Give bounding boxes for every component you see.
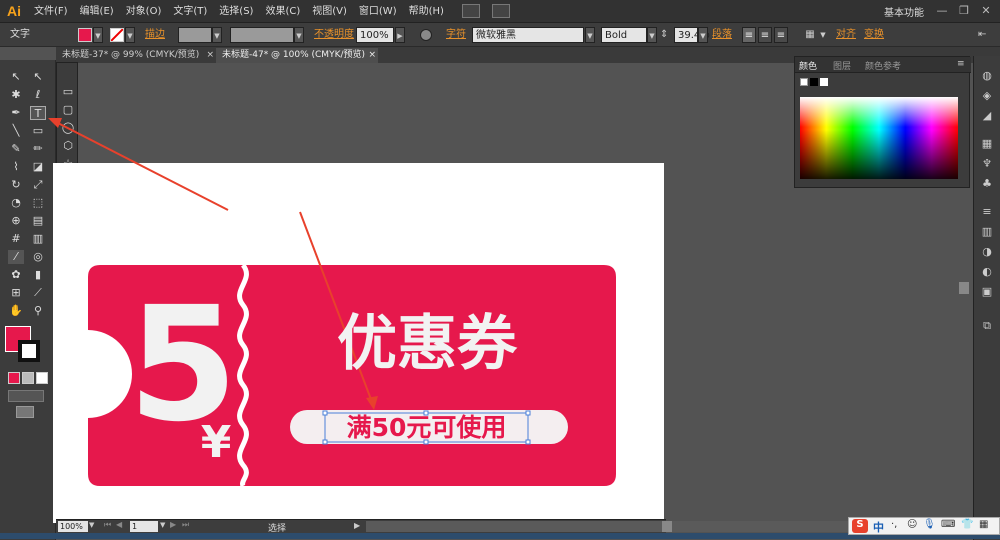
ime-emoji-icon[interactable]: ☺	[907, 519, 917, 530]
vertical-scroll-thumb[interactable]	[959, 282, 969, 294]
symbols-panel-icon[interactable]: ♣	[980, 178, 994, 190]
horizontal-scroll-thumb[interactable]	[662, 521, 672, 532]
stroke-panel-icon[interactable]: ≡	[980, 206, 994, 218]
black-swatch[interactable]	[810, 78, 818, 86]
appearance-panel-icon[interactable]: ◐	[980, 266, 994, 278]
coupon-notch	[54, 326, 88, 422]
ime-menu-icon[interactable]: ▦	[979, 519, 988, 530]
ime-keyboard-icon[interactable]: ⌨	[941, 519, 955, 530]
annotation-arrow-head	[48, 118, 62, 128]
graphic-styles-panel-icon[interactable]: ▣	[980, 286, 994, 298]
coupon-title[interactable]: 优惠券	[312, 308, 542, 380]
next-page-icon[interactable]: ▶	[170, 520, 176, 529]
artboards-panel-icon[interactable]: ⧉	[980, 320, 994, 332]
white-swatch[interactable]	[820, 78, 828, 86]
color-panel-tabbar: 颜色 图层 颜色参考 ≡	[795, 57, 971, 73]
status-menu-icon[interactable]: ▶	[354, 521, 360, 530]
brushes-panel-icon[interactable]: ♆	[980, 158, 994, 170]
tab-color-guide[interactable]: 颜色参考	[865, 59, 901, 72]
layers-panel-icon[interactable]: ◈	[980, 90, 994, 102]
annotation-arrow-line	[51, 119, 229, 211]
panel-menu-icon[interactable]: ≡	[957, 59, 965, 69]
panel-icon-strip: ◍ ◈ ◢ ▦ ♆ ♣ ≡ ▥ ◑ ◐ ▣ ⧉	[973, 56, 1000, 540]
none-swatch-icon[interactable]	[800, 78, 808, 86]
prev-page-icon[interactable]: ◀	[116, 520, 122, 529]
ime-language[interactable]: 中	[873, 519, 884, 535]
tab-color[interactable]: 颜色	[799, 59, 817, 72]
zoom-field[interactable]: 100%	[58, 521, 88, 532]
ime-voice-icon[interactable]: 🎙	[923, 519, 936, 530]
tab-layers[interactable]: 图层	[833, 59, 851, 72]
zoom-dropdown-icon[interactable]: ▼	[89, 521, 97, 529]
vertical-scrollbar[interactable]	[958, 190, 970, 520]
color-guide-icon[interactable]: ◢	[980, 110, 994, 122]
spectrum-highlight	[800, 97, 958, 127]
swatches-panel-icon[interactable]: ▦	[980, 138, 994, 150]
transparency-panel-icon[interactable]: ◑	[980, 246, 994, 258]
color-panel-icon[interactable]: ◍	[980, 70, 994, 82]
gradient-panel-icon[interactable]: ▥	[980, 226, 994, 238]
coupon-condition[interactable]: 满50元可使用	[325, 413, 528, 442]
ime-skin-icon[interactable]: 👕	[961, 519, 973, 530]
color-panel: 颜色 图层 颜色参考 ≡	[794, 56, 971, 188]
ime-punct-icon[interactable]: ·,	[891, 519, 897, 530]
last-page-icon[interactable]: ⏭	[182, 520, 189, 530]
coupon-currency[interactable]: ¥	[196, 418, 236, 468]
ime-logo[interactable]: S	[852, 519, 868, 533]
first-page-icon[interactable]: ⏮	[104, 520, 111, 530]
page-field[interactable]: 1	[130, 521, 158, 532]
page-dropdown-icon[interactable]: ▼	[160, 521, 165, 529]
ime-toolbar: S 中 ·, ☺ 🎙 ⌨ 👕 ▦	[848, 517, 1000, 535]
